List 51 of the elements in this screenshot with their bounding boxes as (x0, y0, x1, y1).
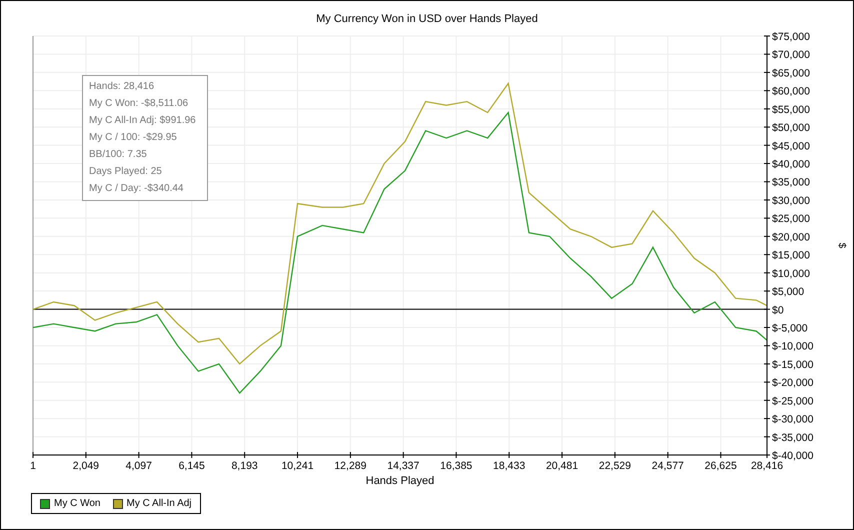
x-tick-label: 4,097 (126, 460, 152, 472)
x-tick-label: 24,577 (652, 460, 684, 472)
y-tick-label: $-10,000 (772, 340, 814, 353)
x-axis-title: Hands Played (366, 475, 434, 487)
chart-title: My Currency Won in USD over Hands Played (315, 13, 539, 27)
x-tick-label: 16,385 (440, 460, 472, 472)
y-tick-label: $10,000 (772, 268, 810, 280)
x-tick-label: 6,145 (178, 460, 205, 472)
y-tick-label: $-20,000 (772, 377, 814, 390)
x-tick-label: 14,337 (387, 460, 420, 472)
y-tick-label: $40,000 (772, 158, 810, 171)
tooltip-line: My C / 100: -$29.95 (89, 131, 178, 145)
y-tick-label: $70,000 (772, 49, 810, 62)
tooltip-line: My C Won: -$8,511.06 (89, 97, 190, 111)
tooltip-line: My C All-In Adj: $991.96 (89, 114, 197, 128)
y-tick-label: $50,000 (772, 122, 810, 134)
y-tick-label: $-5,000 (772, 322, 808, 334)
y-axis-title: $ (836, 242, 847, 248)
x-tick-label: 2,049 (72, 460, 100, 472)
y-tick-label: $60,000 (772, 86, 810, 98)
y-tick-label: $0 (772, 304, 784, 316)
tooltip-line: Hands: 28,416 (89, 80, 156, 94)
x-tick-label: 26,625 (704, 460, 737, 472)
y-tick-label: $-35,000 (772, 432, 814, 444)
y-tick-label: $30,000 (772, 194, 810, 207)
x-tick-label: 1 (30, 460, 36, 472)
y-tick-label: $45,000 (772, 140, 810, 152)
y-tick-label: $-15,000 (772, 358, 814, 371)
tooltip-line: Days Played: 25 (89, 165, 163, 179)
x-tick-label: 28,416 (750, 460, 784, 472)
y-tick-label: $-40,000 (772, 450, 814, 462)
y-tick-label: $75,000 (772, 31, 810, 43)
y-tick-label: $-25,000 (772, 395, 814, 408)
x-tick-label: 8,193 (231, 460, 258, 472)
y-tick-label: $35,000 (772, 176, 810, 189)
x-tick-label: 22,529 (598, 460, 631, 472)
y-tick-label: $5,000 (772, 286, 804, 298)
y-tick-label: $65,000 (772, 67, 810, 80)
y-tick-label: $15,000 (772, 250, 810, 262)
x-tick-label: 20,481 (546, 460, 578, 472)
x-tick-label: 12,289 (334, 460, 366, 472)
legend-label: My C Won (54, 498, 100, 509)
tooltip-line: My C / Day: -$340.44 (89, 182, 184, 196)
y-tick-label: $20,000 (772, 231, 810, 244)
legend-label: My C All-In Adj (126, 498, 192, 509)
tooltip-line: BB/100: 7.35 (89, 148, 148, 162)
y-tick-label: $55,000 (772, 104, 810, 116)
y-tick-label: $25,000 (772, 213, 810, 226)
x-tick-label: 18,433 (493, 460, 526, 472)
y-tick-label: $-30,000 (772, 414, 814, 426)
x-tick-label: 10,241 (281, 460, 314, 472)
